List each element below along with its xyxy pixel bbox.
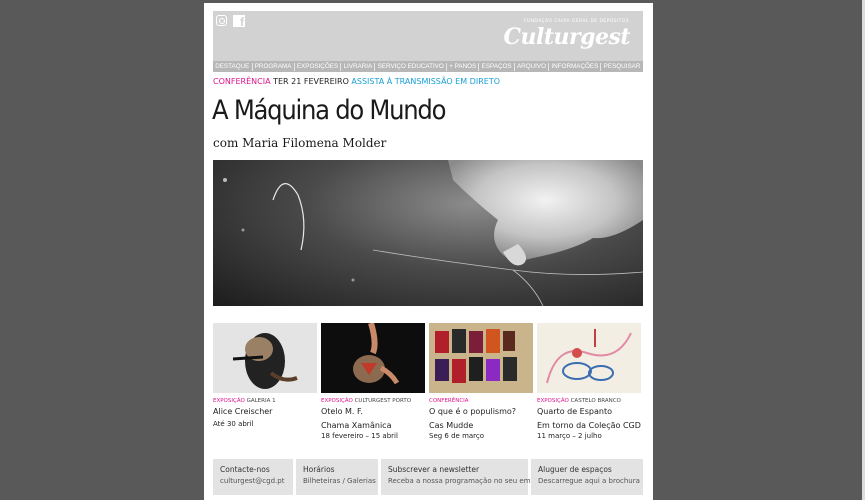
footer-heading: Subscrever a newsletter [388, 465, 480, 474]
main-nav: DESTAQUE PROGRAMA EXPOSIÇÕES LIVRARIA SE… [213, 61, 643, 72]
card-place: CULTURGEST PORTO [354, 398, 412, 404]
card-populismo[interactable]: CONFERÊNCIA O que é o populismo? Cas Mud… [429, 323, 533, 440]
card-dates: 11 março – 2 julho [537, 432, 602, 440]
footer-sub: culturgest@cgd.pt [220, 477, 285, 485]
event-meta: CONFERÊNCIA TER 21 FEVEREIRO ASSISTA À T… [213, 77, 500, 86]
nav-item-pesquisar[interactable]: PESQUISAR [601, 63, 642, 71]
card-title[interactable]: Alice Creischer [213, 406, 317, 418]
card-quarto-de-espanto[interactable]: EXPOSIÇÃO CASTELO BRANCO Quarto de Espan… [537, 323, 641, 440]
nav-item-servico-educativo[interactable]: SERVIÇO EDUCATIVO [375, 62, 448, 71]
footer-sub: Bilheteiras / Galerias [303, 477, 376, 485]
card-title-2: Em torno da Coleção CGD [537, 421, 641, 430]
event-subtitle: com Maria Filomena Molder [213, 136, 387, 150]
footer-heading: Aluguer de espaços [538, 465, 612, 474]
footer-heading: Contacte-nos [220, 465, 270, 474]
card-title[interactable]: O que é o populismo? [429, 406, 533, 418]
event-title[interactable]: A Máquina do Mundo [212, 95, 446, 126]
card-title[interactable]: Quarto de Espanto [537, 406, 641, 418]
header-banner: f FUNDAÇÃO CAIXA GERAL DE DEPÓSITOS Cult… [213, 11, 643, 61]
card-dates: Até 30 abril [213, 420, 254, 428]
card-title[interactable]: Otelo M. F. [321, 406, 425, 418]
card-thumbnail [537, 323, 641, 393]
card-alice-creischer[interactable]: EXPOSIÇÃO GALERIA 1 Alice Creischer Até … [213, 323, 317, 428]
card-place: GALERIA 1 [246, 398, 276, 404]
footer-rental[interactable]: Aluguer de espaços Descarregue aqui a br… [531, 459, 643, 495]
nav-item-informacoes[interactable]: INFORMAÇÕES [549, 62, 602, 71]
card-type: EXPOSIÇÃO [213, 398, 245, 404]
footer-sub: Descarregue aqui a brochura [538, 477, 640, 485]
nav-item-programa[interactable]: PROGRAMA [253, 62, 295, 71]
event-date: TER 21 FEVEREIRO [273, 77, 349, 86]
nav-item-espacos[interactable]: ESPAÇOS [479, 62, 515, 71]
culturgest-logo[interactable]: Culturgest [503, 24, 630, 50]
footer-hours[interactable]: Horários Bilheteiras / Galerias [296, 459, 378, 495]
nav-item-destaque[interactable]: DESTAQUE [213, 62, 253, 71]
event-type: CONFERÊNCIA [213, 77, 271, 86]
nav-item-arquivo[interactable]: ARQUIVO [515, 62, 550, 71]
footer-sub: Receba a nossa programação no seu email [388, 477, 539, 485]
card-type: EXPOSIÇÃO [537, 398, 569, 404]
card-type: CONFERÊNCIA [429, 398, 469, 404]
card-place: CASTELO BRANCO [570, 398, 621, 404]
footer-heading: Horários [303, 465, 335, 474]
card-title-2: Chama Xamânica [321, 421, 392, 430]
newsletter-page: f FUNDAÇÃO CAIXA GERAL DE DEPÓSITOS Cult… [204, 3, 653, 500]
card-thumbnail [321, 323, 425, 393]
nav-item-livraria[interactable]: LIVRARIA [341, 62, 376, 71]
card-thumbnail [429, 323, 533, 393]
card-otelo[interactable]: EXPOSIÇÃO CULTURGEST PORTO Otelo M. F. C… [321, 323, 425, 440]
card-thumbnail [213, 323, 317, 393]
footer-contact[interactable]: Contacte-nos culturgest@cgd.pt [213, 459, 293, 495]
nav-item-panos[interactable]: + PANOS [447, 62, 480, 71]
facebook-icon[interactable]: f [233, 15, 245, 27]
hero-hand-photo [223, 160, 643, 306]
card-title-2: Cas Mudde [429, 421, 474, 430]
nav-item-exposicoes[interactable]: EXPOSIÇÕES [295, 62, 342, 71]
card-dates: Seg 6 de março [429, 432, 485, 440]
hero-image[interactable] [213, 160, 643, 306]
footer-newsletter[interactable]: Subscrever a newsletter Receba a nossa p… [381, 459, 539, 495]
livestream-link[interactable]: ASSISTA À TRANSMISSÃO EM DIRETO [351, 77, 500, 86]
card-dates: 18 fevereiro – 15 abril [321, 432, 398, 440]
card-type: EXPOSIÇÃO [321, 398, 353, 404]
instagram-icon[interactable] [216, 15, 227, 26]
